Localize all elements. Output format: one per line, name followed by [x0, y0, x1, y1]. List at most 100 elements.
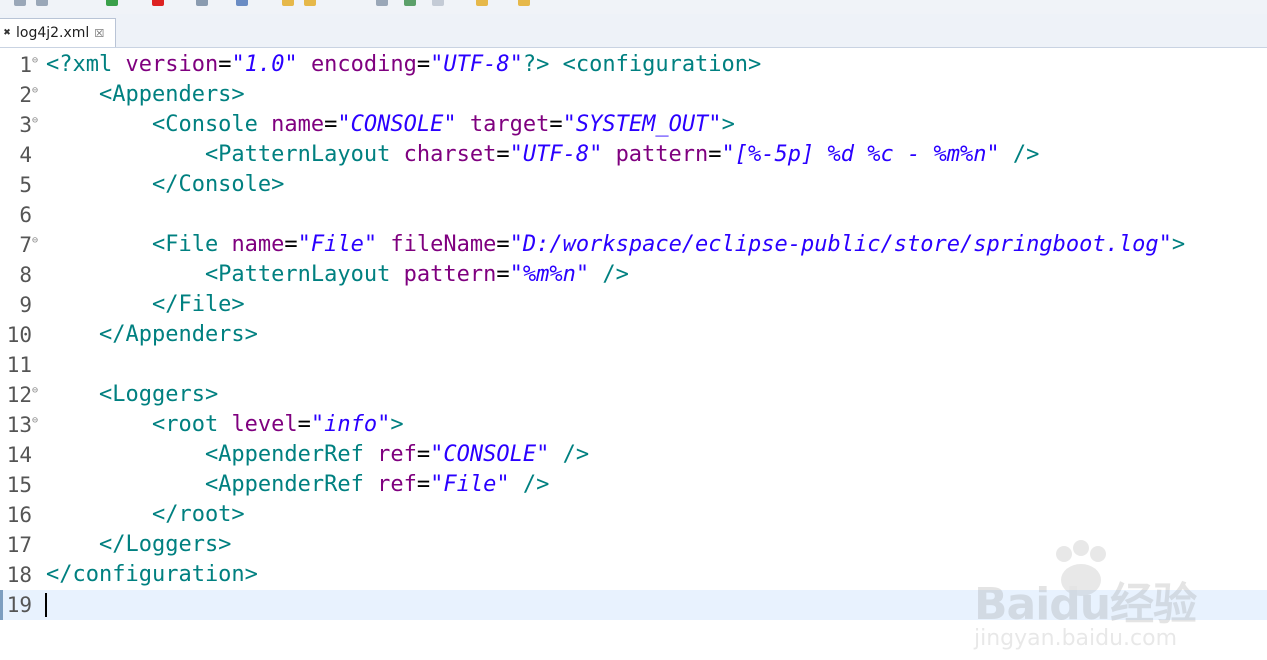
xml-punct-token	[457, 112, 470, 137]
xml-attribute-token: version	[125, 52, 219, 77]
code-line[interactable]: 14 <AppenderRef ref="CONSOLE" />	[0, 440, 1267, 470]
line-number: 8	[19, 263, 32, 287]
new-folder-icon[interactable]	[304, 0, 316, 6]
xml-punct-token: =	[324, 112, 338, 137]
navigate-icon[interactable]	[404, 0, 416, 6]
line-number: 9	[19, 293, 32, 317]
xml-attribute-token: name	[231, 232, 285, 257]
code-editor[interactable]: 1 ⊖ <?xml version="1.0" encoding="UTF-8"?>…	[0, 48, 1267, 651]
code-line[interactable]: 10 </Appenders>	[0, 320, 1267, 350]
main-toolbar	[0, 0, 1267, 14]
code-line[interactable]: 5 </Console>	[0, 170, 1267, 200]
file-icon[interactable]	[432, 0, 444, 6]
fold-toggle-icon[interactable]: ⊖	[32, 85, 38, 97]
line-number: 7	[19, 233, 32, 257]
close-icon[interactable]: ☒	[94, 27, 104, 40]
line-code: <Appenders>	[46, 80, 245, 110]
fold-toggle-icon[interactable]: ⊖	[32, 415, 38, 427]
line-code: <PatternLayout charset="UTF-8" pattern="…	[46, 140, 1040, 170]
xml-punct-token: =	[416, 472, 431, 497]
code-line[interactable]: 2 ⊖ <Appenders>	[0, 80, 1267, 110]
line-number: 13	[6, 413, 32, 437]
annotation-icon[interactable]	[476, 0, 488, 6]
xml-attribute-token: fileName	[390, 232, 497, 257]
stop-icon[interactable]	[152, 0, 164, 6]
watermark-brand: Baidu经验	[974, 579, 1197, 630]
code-line[interactable]: 3 ⊖ <Console name="CONSOLE" target="SYSTE…	[0, 110, 1267, 140]
xml-attribute-token: charset	[403, 142, 497, 167]
line-code: <AppenderRef ref="File" />	[46, 470, 549, 500]
code-line[interactable]: 1 ⊖ <?xml version="1.0" encoding="UTF-8"?>…	[0, 50, 1267, 80]
code-line[interactable]: 6	[0, 200, 1267, 230]
fold-toggle-icon[interactable]: ⊖	[32, 115, 38, 127]
search-icon[interactable]	[376, 0, 388, 6]
xml-punct-token: =	[496, 142, 510, 167]
edit-icon[interactable]	[518, 0, 530, 6]
code-line[interactable]: 13 ⊖ <root level="info">	[0, 410, 1267, 440]
xml-tag-token: </File>	[46, 292, 245, 317]
line-number: 2	[19, 83, 32, 107]
xml-value-token: "CONSOLE"	[430, 442, 550, 467]
line-number: 3	[19, 113, 32, 137]
xml-value-token: "1.0"	[231, 52, 298, 77]
line-number: 16	[6, 503, 32, 527]
xml-tag-token: >	[1171, 232, 1186, 257]
line-code: </Console>	[46, 170, 284, 200]
xml-tag-token: <Appenders>	[46, 82, 245, 107]
line-code: </configuration>	[46, 560, 258, 590]
debug-icon[interactable]	[196, 0, 208, 6]
line-code: <PatternLayout pattern="%m%n" />	[46, 260, 629, 290]
line-number: 1	[19, 53, 32, 77]
editor-tab-log4j2[interactable]: ✖ log4j2.xml ☒	[0, 18, 116, 47]
xml-tag-token: />	[999, 142, 1040, 167]
code-line[interactable]: 15 <AppenderRef ref="File" />	[0, 470, 1267, 500]
code-line[interactable]: 12 ⊖ <Loggers>	[0, 380, 1267, 410]
line-code: </Loggers>	[46, 530, 231, 560]
fold-toggle-icon[interactable]: ⊖	[32, 55, 38, 67]
open-folder-icon[interactable]	[282, 0, 294, 6]
line-code: </File>	[46, 290, 245, 320]
xml-tag-token: </Console>	[46, 172, 285, 197]
xml-tag-token: />	[509, 472, 550, 497]
refresh-icon[interactable]	[236, 0, 248, 6]
xml-attribute-token: ref	[377, 472, 417, 497]
back-icon[interactable]	[14, 0, 26, 6]
xml-punct-token: =	[218, 52, 232, 77]
xml-tag-token: </Loggers>	[46, 532, 232, 557]
xml-attribute-token: level	[231, 412, 298, 437]
xml-punct-token: =	[496, 262, 510, 287]
xml-value-token: "UTF-8"	[430, 52, 523, 77]
code-line[interactable]: 8 <PatternLayout pattern="%m%n" />	[0, 260, 1267, 290]
xml-value-token: "D:/workspace/eclipse-public/store/sprin…	[509, 232, 1172, 257]
watermark: Baidu经验 jingyan.baidu.com	[968, 540, 1208, 660]
xml-value-token: "SYSTEM_OUT"	[562, 112, 722, 137]
xml-punct-token: =	[549, 112, 563, 137]
code-line[interactable]: 7 ⊖ <File name="File" fileName="D:/worksp…	[0, 230, 1267, 260]
line-number: 11	[6, 353, 32, 377]
xml-tag-token: <Loggers>	[46, 382, 219, 407]
xml-file-icon: ✖	[3, 28, 11, 38]
code-line[interactable]: 4 <PatternLayout charset="UTF-8" pattern…	[0, 140, 1267, 170]
line-code: <File name="File" fileName="D:/workspace…	[46, 230, 1185, 260]
xml-punct-token: =	[297, 412, 311, 437]
code-line[interactable]: 11	[0, 350, 1267, 380]
fold-toggle-icon[interactable]: ⊖	[32, 235, 38, 247]
xml-attribute-token: encoding	[310, 52, 417, 77]
line-number: 14	[6, 443, 32, 467]
run-icon[interactable]	[106, 0, 118, 6]
xml-tag-token: <AppenderRef	[46, 472, 378, 497]
line-number: 4	[19, 143, 32, 167]
line-code: <Loggers>	[46, 380, 218, 410]
text-cursor	[45, 593, 47, 617]
line-number: 6	[19, 203, 32, 227]
forward-icon[interactable]	[36, 0, 48, 6]
xml-attribute-token: target	[469, 112, 550, 137]
code-line[interactable]: 9 </File>	[0, 290, 1267, 320]
xml-value-token: "[%-5p] %d %c - %m%n"	[721, 142, 1000, 167]
xml-value-token: "%m%n"	[509, 262, 590, 287]
xml-tag-token: ?> <configuration>	[522, 52, 762, 77]
fold-toggle-icon[interactable]: ⊖	[32, 385, 38, 397]
xml-value-token: "UTF-8"	[509, 142, 603, 167]
xml-attribute-token: ref	[377, 442, 417, 467]
code-line[interactable]: 16 </root>	[0, 500, 1267, 530]
